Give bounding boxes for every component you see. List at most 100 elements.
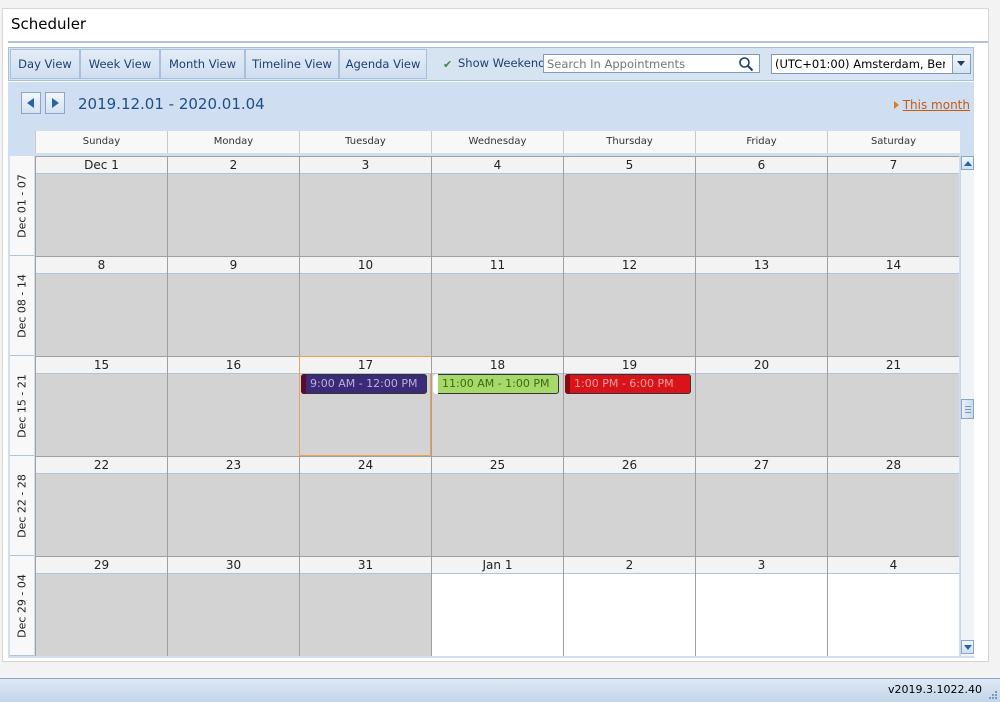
timezone-value: (UTC+01:00) Amsterdam, Berlin, B: [775, 57, 945, 71]
day-number: 15: [36, 357, 167, 374]
day-cell[interactable]: 22: [35, 456, 167, 556]
month-calendar: Sunday Monday Tuesday Wednesday Thursday Frid…: [8, 128, 974, 658]
day-number: 21: [828, 357, 959, 374]
day-number: 24: [300, 457, 431, 474]
week-label[interactable]: Dec 01 - 07: [10, 156, 34, 256]
day-number: Jan 1: [432, 557, 563, 574]
day-cell[interactable]: 17: [299, 356, 431, 456]
day-number: 23: [168, 457, 299, 474]
scroll-down-button[interactable]: [961, 640, 974, 654]
weekday-monday: Monday: [167, 131, 299, 153]
day-cell[interactable]: 5: [563, 156, 695, 256]
arrow-right-icon: [52, 98, 59, 108]
day-number: 20: [696, 357, 827, 374]
day-number: 5: [564, 157, 695, 174]
week-label[interactable]: Dec 08 - 14: [10, 256, 34, 356]
day-cell[interactable]: 15: [35, 356, 167, 456]
this-month-label: This month: [902, 98, 970, 112]
scroll-thumb[interactable]: [961, 399, 974, 419]
day-number: 2: [564, 557, 695, 574]
search-input[interactable]: [547, 56, 732, 71]
day-cell[interactable]: 2: [563, 556, 695, 656]
day-number: 13: [696, 257, 827, 274]
day-cell[interactable]: 14: [827, 256, 959, 356]
day-cell[interactable]: 6: [695, 156, 827, 256]
day-cell[interactable]: 2: [167, 156, 299, 256]
day-cell[interactable]: Jan 1: [431, 556, 563, 656]
search-icon[interactable]: [738, 56, 754, 72]
checkmark-icon: ✔: [443, 58, 453, 71]
appointment-status-bar: [301, 374, 306, 394]
day-cell[interactable]: 25: [431, 456, 563, 556]
previous-button[interactable]: [21, 92, 41, 114]
day-view-button[interactable]: Day View: [10, 49, 80, 79]
day-cell[interactable]: 31: [299, 556, 431, 656]
day-number: 6: [696, 157, 827, 174]
day-cell[interactable]: 12: [563, 256, 695, 356]
day-number: 28: [828, 457, 959, 474]
day-number: 8: [36, 257, 167, 274]
day-cell[interactable]: 10: [299, 256, 431, 356]
chevron-down-icon[interactable]: [952, 55, 970, 73]
weekday-thursday: Thursday: [563, 131, 695, 153]
day-number: 7: [828, 157, 959, 174]
day-cell[interactable]: 23: [167, 456, 299, 556]
day-cell[interactable]: Dec 1: [35, 156, 167, 256]
week-label-text: Dec 29 - 04: [15, 574, 29, 638]
week-label[interactable]: Dec 15 - 21: [10, 356, 34, 456]
day-number: 31: [300, 557, 431, 574]
appointment[interactable]: 11:00 AM - 1:00 PM: [433, 374, 559, 394]
day-cell[interactable]: 8: [35, 256, 167, 356]
day-cell[interactable]: 28: [827, 456, 959, 556]
day-cell[interactable]: 16: [167, 356, 299, 456]
vertical-scrollbar[interactable]: [960, 156, 974, 656]
day-cell[interactable]: 4: [431, 156, 563, 256]
month-view-button[interactable]: Month View: [160, 49, 245, 79]
day-number: 11: [432, 257, 563, 274]
day-cell[interactable]: 3: [695, 556, 827, 656]
next-button[interactable]: [45, 92, 65, 114]
title-divider: [8, 41, 988, 43]
day-cell[interactable]: 3: [299, 156, 431, 256]
search-box: [543, 54, 760, 73]
day-cell[interactable]: 19: [563, 356, 695, 456]
week-label-text: Dec 15 - 21: [15, 374, 29, 438]
arrow-down-icon: [964, 645, 972, 650]
resize-grip-icon[interactable]: [987, 689, 997, 699]
day-cell[interactable]: 26: [563, 456, 695, 556]
appointment-status-bar: [433, 374, 438, 394]
week-label[interactable]: Dec 22 - 28: [10, 456, 34, 556]
day-number: 26: [564, 457, 695, 474]
day-cell[interactable]: 20: [695, 356, 827, 456]
day-number: 4: [432, 157, 563, 174]
week-label-text: Dec 01 - 07: [15, 174, 29, 238]
day-cell[interactable]: 18: [431, 356, 563, 456]
appointment[interactable]: 9:00 AM - 12:00 PM: [301, 374, 427, 394]
appointment[interactable]: 1:00 PM - 6:00 PM: [565, 374, 691, 394]
timezone-select[interactable]: (UTC+01:00) Amsterdam, Berlin, B: [771, 54, 971, 74]
day-cell[interactable]: 30: [167, 556, 299, 656]
day-cell[interactable]: 9: [167, 256, 299, 356]
day-number: 27: [696, 457, 827, 474]
show-weekend-checkbox[interactable]: ✔ Show Weekend: [443, 56, 545, 70]
day-cell[interactable]: 29: [35, 556, 167, 656]
day-cell[interactable]: 13: [695, 256, 827, 356]
day-cell[interactable]: 21: [827, 356, 959, 456]
arrow-right-icon: [893, 101, 899, 109]
navigation-bar: 2019.12.01 - 2020.01.04 This month: [8, 82, 974, 128]
scroll-up-button[interactable]: [961, 156, 974, 170]
day-cell[interactable]: 4: [827, 556, 959, 656]
day-cell[interactable]: 24: [299, 456, 431, 556]
day-number: 25: [432, 457, 563, 474]
week-label[interactable]: Dec 29 - 04: [10, 556, 34, 656]
day-cell[interactable]: 7: [827, 156, 959, 256]
agenda-view-button[interactable]: Agenda View: [339, 49, 427, 79]
toolbar: Day View Week View Month View Timeline V…: [8, 47, 974, 81]
week-label-text: Dec 22 - 28: [15, 474, 29, 538]
day-number: 3: [300, 157, 431, 174]
day-cell[interactable]: 27: [695, 456, 827, 556]
timeline-view-button[interactable]: Timeline View: [245, 49, 339, 79]
day-cell[interactable]: 11: [431, 256, 563, 356]
week-view-button[interactable]: Week View: [80, 49, 160, 79]
this-month-link[interactable]: This month: [893, 98, 970, 112]
